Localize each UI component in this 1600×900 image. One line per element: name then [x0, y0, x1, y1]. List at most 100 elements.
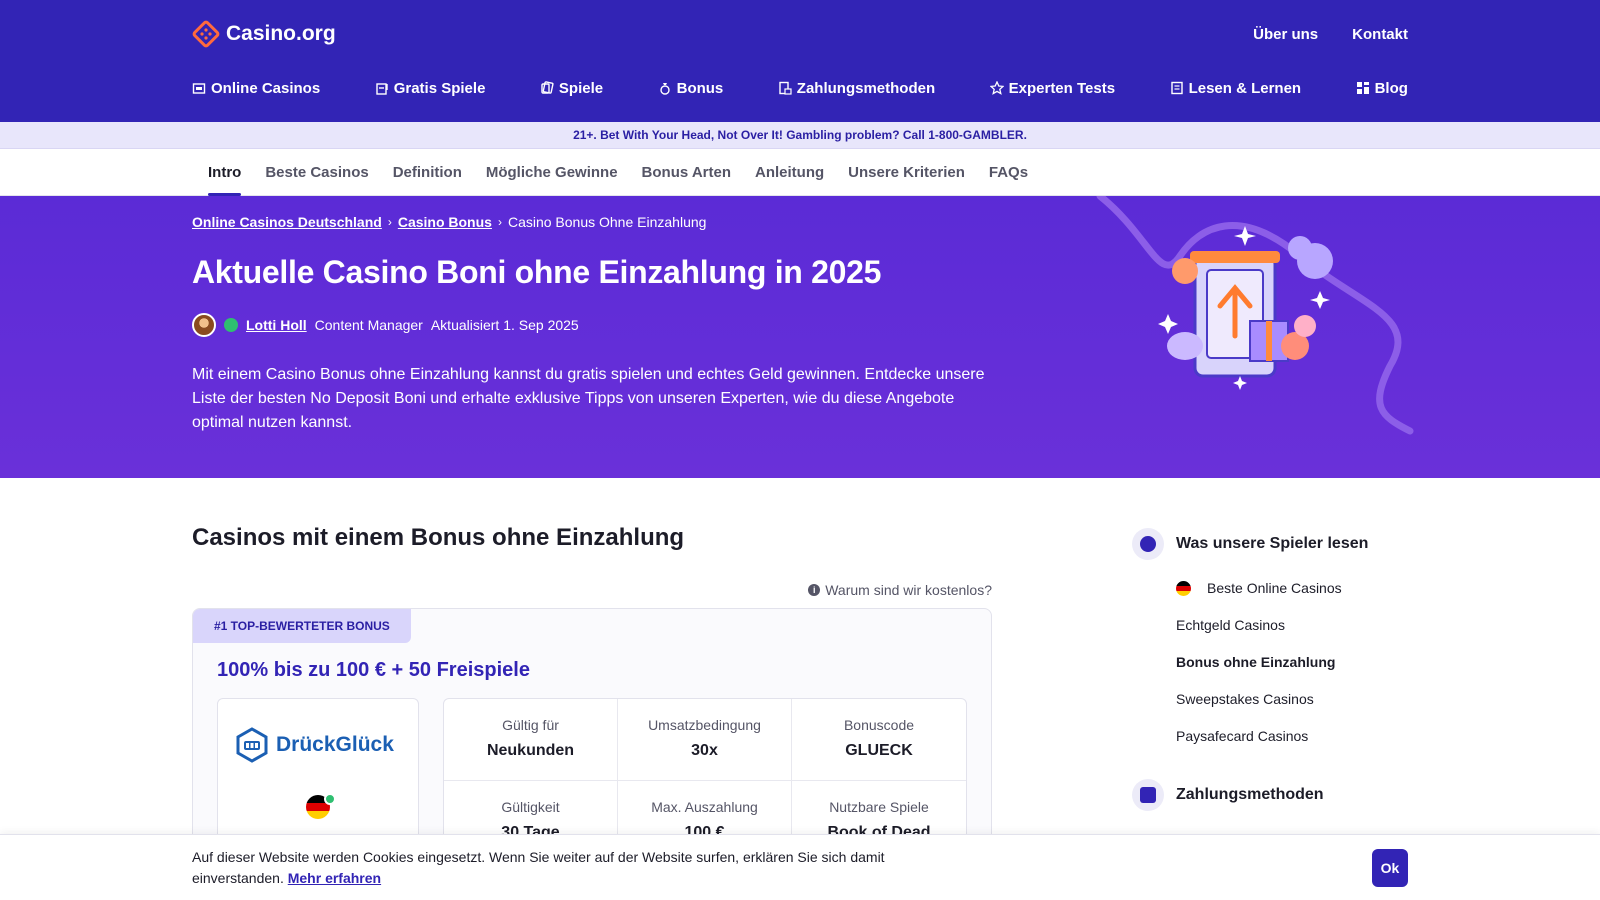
main-nav: Online Casinos Gratis Spiele Spiele Bonu… — [192, 68, 1408, 108]
sidebar: Was unsere Spieler lesen Beste Online Ca… — [1132, 524, 1408, 882]
bonus-title[interactable]: 100% bis zu 100 € + 50 Freispiele — [217, 659, 991, 682]
gambling-warning: 21+. Bet With Your Head, Not Over It! Ga… — [0, 122, 1600, 149]
contact-link[interactable]: Kontakt — [1352, 26, 1408, 43]
tab-anleitung[interactable]: Anleitung — [755, 149, 824, 196]
breadcrumb-online-casinos[interactable]: Online Casinos Deutschland — [192, 214, 382, 230]
logo-diamond-icon — [192, 20, 220, 48]
about-link[interactable]: Über uns — [1253, 26, 1318, 43]
info-icon: i — [808, 584, 821, 596]
sidebar-heading-text: Zahlungsmethoden — [1176, 786, 1324, 803]
term-cell: Gültig für Neukunden — [444, 699, 618, 781]
author-role: Content Manager — [314, 317, 423, 333]
site-logo[interactable]: Casino.org — [192, 20, 336, 48]
check-icon — [324, 793, 336, 805]
sidebar-item-sweepstakes-casinos[interactable]: Sweepstakes Casinos — [1176, 681, 1408, 718]
sidebar-item-beste-online-casinos[interactable]: Beste Online Casinos — [1176, 570, 1408, 607]
free-note-text: Warum sind wir kostenlos? — [825, 582, 992, 598]
term-value: Neukunden — [486, 742, 575, 759]
nav-label: Zahlungsmethoden — [796, 79, 936, 97]
sidebar-item-echtgeld-casinos[interactable]: Echtgeld Casinos — [1176, 607, 1408, 644]
tab-unsere-kriterien[interactable]: Unsere Kriterien — [848, 149, 965, 196]
site-header: Casino.org Über uns Kontakt Online Casin… — [0, 0, 1600, 122]
germany-flag-icon — [1176, 581, 1191, 596]
tab-beste-casinos[interactable]: Beste Casinos — [265, 149, 368, 196]
sidebar-item-label: Paysafecard Casinos — [1176, 728, 1309, 744]
nav-spiele[interactable]: Spiele — [540, 80, 603, 97]
term-cell: Umsatzbedingung 30x — [618, 699, 792, 781]
wallet-icon — [1132, 779, 1164, 811]
gear-icon — [1132, 528, 1164, 560]
tab-intro[interactable]: Intro — [208, 149, 242, 196]
payment-icon — [779, 81, 792, 95]
casino-icon — [192, 83, 206, 94]
grid-icon — [1356, 82, 1369, 94]
breadcrumb-casino-bonus[interactable]: Casino Bonus — [398, 214, 492, 230]
sidebar-item-label: Echtgeld Casinos — [1176, 617, 1285, 633]
nav-label: Online Casinos — [211, 79, 321, 97]
casino-name: DrückGlück — [276, 733, 394, 756]
sidebar-item-label: Beste Online Casinos — [1207, 580, 1342, 596]
nav-label: Lesen & Lernen — [1188, 79, 1302, 97]
bonus-illustration-icon — [1096, 196, 1414, 435]
updated-date: Aktualisiert 1. Sep 2025 — [430, 317, 579, 333]
verified-badge-icon — [224, 318, 238, 332]
sidebar-item-bonus-ohne-einzahlung[interactable]: Bonus ohne Einzahlung — [1176, 644, 1408, 681]
chevron-right-icon: › — [497, 215, 502, 229]
term-label: Nutzbare Spiele — [829, 799, 929, 815]
sidebar-heading-text: Was unsere Spieler lesen — [1176, 535, 1369, 552]
cards-icon — [541, 81, 554, 94]
tab-bonus-arten[interactable]: Bonus Arten — [642, 149, 731, 196]
slot-icon — [376, 83, 388, 95]
casino-logo: DrückGlück — [234, 727, 394, 763]
sidebar-heading-players-read: Was unsere Spieler lesen — [1132, 528, 1408, 560]
sidebar-heading-payments: Zahlungsmethoden — [1132, 779, 1408, 811]
term-label: Gültigkeit — [501, 799, 560, 815]
sidebar-item-paysafecard-casinos[interactable]: Paysafecard Casinos — [1176, 718, 1408, 755]
hero-section: Online Casinos Deutschland › Casino Bonu… — [0, 196, 1600, 478]
nav-label: Bonus — [676, 79, 724, 97]
page-subnav: Intro Beste Casinos Definition Mögliche … — [0, 149, 1600, 196]
author-name-link[interactable]: Lotti Holl — [246, 317, 307, 333]
logo-text: Casino.org — [226, 22, 336, 45]
sidebar-item-label: Sweepstakes Casinos — [1176, 691, 1314, 707]
nav-label: Blog — [1374, 79, 1408, 97]
cookie-text: Auf dieser Website werden Cookies einges… — [192, 847, 952, 889]
term-value: 30x — [691, 742, 718, 759]
money-bag-icon — [659, 83, 670, 95]
sidebar-item-label: Bonus ohne Einzahlung — [1176, 654, 1336, 670]
cookie-ok-button[interactable]: Ok — [1372, 849, 1408, 887]
term-label: Max. Auszahlung — [651, 799, 758, 815]
term-label: Bonuscode — [843, 717, 915, 733]
term-cell: Bonuscode GLUECK — [792, 699, 966, 781]
nav-label: Gratis Spiele — [393, 79, 486, 97]
tab-faqs[interactable]: FAQs — [989, 149, 1028, 196]
free-note-link[interactable]: i Warum sind wir kostenlos? — [192, 582, 992, 598]
chevron-right-icon: › — [387, 215, 392, 229]
cookie-banner: Auf dieser Website werden Cookies einges… — [0, 834, 1600, 900]
avatar — [192, 313, 216, 337]
main-column: Casinos mit einem Bonus ohne Einzahlung … — [192, 524, 992, 882]
bonus-card: #1 TOP-BEWERTETER BONUS 100% bis zu 100 … — [192, 608, 992, 868]
slot-machine-icon — [236, 727, 268, 763]
term-value[interactable]: GLUECK — [792, 742, 966, 760]
breadcrumb-current: Casino Bonus Ohne Einzahlung — [507, 214, 707, 230]
book-icon — [1170, 81, 1183, 95]
hero-lead: Mit einem Casino Bonus ohne Einzahlung k… — [192, 366, 985, 431]
content-section: Casinos mit einem Bonus ohne Einzahlung … — [0, 478, 1600, 882]
tab-definition[interactable]: Definition — [393, 149, 462, 196]
cookie-more-link[interactable]: Mehr erfahren — [288, 870, 381, 886]
sidebar-list: Beste Online Casinos Echtgeld Casinos Bo… — [1176, 570, 1408, 755]
nav-zahlungsmethoden[interactable]: Zahlungsmethoden — [778, 80, 935, 97]
nav-label: Experten Tests — [1008, 79, 1116, 97]
nav-lesen-lernen[interactable]: Lesen & Lernen — [1170, 79, 1302, 97]
nav-bonus[interactable]: Bonus — [658, 79, 724, 97]
term-label: Umsatzbedingung — [648, 717, 761, 733]
nav-gratis-spiele[interactable]: Gratis Spiele — [375, 79, 486, 97]
nav-online-casinos[interactable]: Online Casinos — [192, 80, 320, 97]
star-icon — [989, 81, 1004, 95]
term-label: Gültig für — [502, 717, 559, 733]
tab-moegliche-gewinne[interactable]: Mögliche Gewinne — [486, 149, 618, 196]
nav-blog[interactable]: Blog — [1356, 80, 1408, 97]
nav-label: Spiele — [558, 79, 604, 97]
nav-experten-tests[interactable]: Experten Tests — [989, 79, 1116, 97]
